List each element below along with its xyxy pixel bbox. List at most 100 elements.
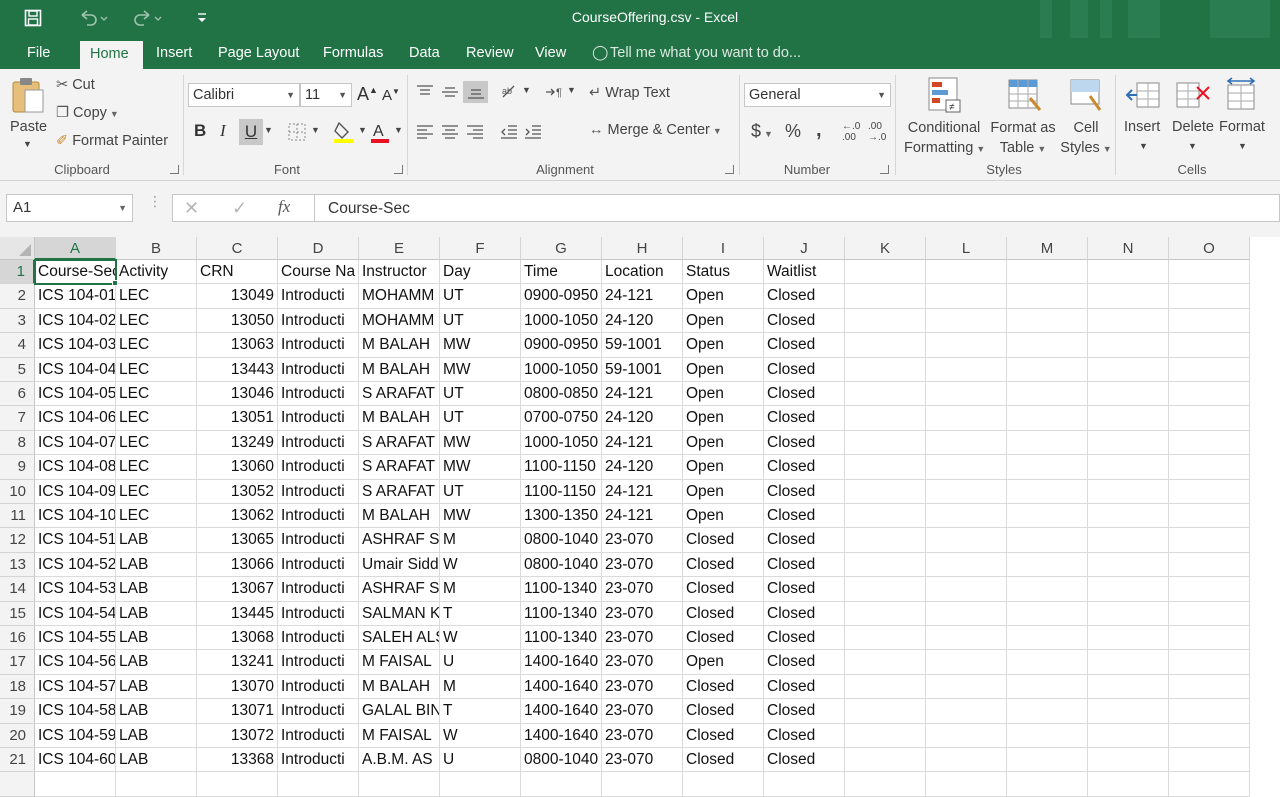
- table-cell[interactable]: [1088, 528, 1169, 553]
- formula-content[interactable]: Course-Sec: [328, 200, 410, 218]
- table-cell[interactable]: [1007, 626, 1088, 651]
- table-cell[interactable]: [1007, 772, 1088, 797]
- table-cell[interactable]: 1400-1640: [521, 723, 602, 748]
- table-cell[interactable]: [926, 406, 1007, 431]
- table-cell[interactable]: Introducti: [278, 357, 359, 382]
- table-cell[interactable]: 13071: [197, 699, 278, 724]
- table-cell[interactable]: [926, 479, 1007, 504]
- column-header-l[interactable]: L: [926, 237, 1007, 260]
- table-cell[interactable]: [926, 382, 1007, 407]
- conditional-formatting-icon[interactable]: ≠: [924, 75, 964, 115]
- table-cell[interactable]: Introducti: [278, 528, 359, 553]
- table-cell[interactable]: UT: [440, 308, 521, 334]
- table-cell[interactable]: Open: [683, 650, 764, 675]
- table-cell[interactable]: [845, 430, 926, 456]
- row-header[interactable]: 4: [0, 333, 35, 358]
- header-cell[interactable]: CRN: [197, 260, 278, 285]
- header-cell[interactable]: [845, 260, 926, 285]
- align-left-icon[interactable]: [414, 121, 436, 143]
- row-header[interactable]: 18: [0, 674, 35, 700]
- table-cell[interactable]: [1169, 528, 1250, 553]
- table-cell[interactable]: LAB: [116, 626, 197, 651]
- table-cell[interactable]: LEC: [116, 357, 197, 382]
- table-cell[interactable]: Introducti: [278, 284, 359, 309]
- table-cell[interactable]: S ARAFAT: [359, 455, 440, 480]
- font-color-dropdown-icon[interactable]: ▼: [394, 125, 403, 135]
- table-cell[interactable]: MW: [440, 357, 521, 382]
- row-header[interactable]: 9: [0, 455, 35, 480]
- table-cell[interactable]: ICS 104-02: [35, 308, 116, 334]
- table-cell[interactable]: Closed: [764, 699, 845, 724]
- table-cell[interactable]: ICS 104-05: [35, 382, 116, 407]
- table-cell[interactable]: [926, 528, 1007, 553]
- header-cell[interactable]: [926, 260, 1007, 285]
- table-cell[interactable]: [845, 748, 926, 773]
- table-cell[interactable]: [1007, 699, 1088, 724]
- table-cell[interactable]: [1088, 455, 1169, 480]
- table-cell[interactable]: UT: [440, 479, 521, 504]
- format-as-table-button[interactable]: Format as Table ▼: [989, 118, 1057, 159]
- customize-icon[interactable]: [196, 7, 208, 29]
- table-cell[interactable]: LAB: [116, 577, 197, 602]
- table-cell[interactable]: [845, 601, 926, 626]
- italic-button[interactable]: I: [220, 121, 226, 141]
- column-header-o[interactable]: O: [1169, 237, 1250, 260]
- borders-icon[interactable]: [286, 121, 308, 143]
- table-cell[interactable]: 24-121: [602, 479, 683, 504]
- currency-button[interactable]: $ ▼: [751, 121, 773, 142]
- table-cell[interactable]: S ARAFAT: [359, 382, 440, 407]
- table-cell[interactable]: [1169, 650, 1250, 675]
- table-cell[interactable]: [1169, 723, 1250, 748]
- table-cell[interactable]: 24-121: [602, 430, 683, 456]
- table-cell[interactable]: ASHRAF SA: [359, 528, 440, 553]
- table-cell[interactable]: [1088, 601, 1169, 626]
- table-cell[interactable]: Closed: [764, 406, 845, 431]
- table-cell[interactable]: Closed: [683, 699, 764, 724]
- table-cell[interactable]: [926, 430, 1007, 456]
- table-cell[interactable]: Open: [683, 504, 764, 529]
- table-cell[interactable]: T: [440, 601, 521, 626]
- table-cell[interactable]: MW: [440, 333, 521, 358]
- row-header[interactable]: 13: [0, 552, 35, 578]
- table-cell[interactable]: Introducti: [278, 455, 359, 480]
- table-cell[interactable]: [278, 772, 359, 797]
- table-cell[interactable]: [440, 772, 521, 797]
- table-cell[interactable]: Closed: [683, 723, 764, 748]
- tab-data[interactable]: Data: [399, 38, 450, 69]
- table-cell[interactable]: LAB: [116, 528, 197, 553]
- table-cell[interactable]: 24-121: [602, 284, 683, 309]
- row-header[interactable]: 15: [0, 601, 35, 626]
- table-cell[interactable]: Closed: [764, 528, 845, 553]
- table-cell[interactable]: ICS 104-57: [35, 674, 116, 700]
- table-cell[interactable]: [1169, 772, 1250, 797]
- table-cell[interactable]: 1000-1050: [521, 308, 602, 334]
- row-header[interactable]: 5: [0, 357, 35, 382]
- row-header[interactable]: 17: [0, 650, 35, 675]
- table-cell[interactable]: LEC: [116, 308, 197, 334]
- table-cell[interactable]: ICS 104-03: [35, 333, 116, 358]
- table-cell[interactable]: 1100-1340: [521, 577, 602, 602]
- table-cell[interactable]: [926, 601, 1007, 626]
- table-cell[interactable]: 24-120: [602, 308, 683, 334]
- table-cell[interactable]: 13066: [197, 552, 278, 578]
- table-cell[interactable]: 13067: [197, 577, 278, 602]
- insert-function-icon[interactable]: fx: [278, 197, 290, 217]
- table-cell[interactable]: [1169, 455, 1250, 480]
- table-cell[interactable]: [926, 357, 1007, 382]
- column-header-c[interactable]: C: [197, 237, 278, 260]
- tab-formulas[interactable]: Formulas: [313, 38, 393, 69]
- table-cell[interactable]: 13063: [197, 333, 278, 358]
- tab-view[interactable]: View: [525, 38, 576, 69]
- table-cell[interactable]: [1088, 650, 1169, 675]
- insert-dropdown-icon[interactable]: ▼: [1139, 141, 1148, 151]
- table-cell[interactable]: [1088, 308, 1169, 334]
- table-cell[interactable]: [926, 284, 1007, 309]
- row-header[interactable]: 11: [0, 504, 35, 529]
- row-header[interactable]: 2: [0, 284, 35, 309]
- table-cell[interactable]: [926, 308, 1007, 334]
- table-cell[interactable]: [1007, 284, 1088, 309]
- increase-decimal-button[interactable]: ←.0 .00: [842, 121, 866, 143]
- table-cell[interactable]: Closed: [764, 601, 845, 626]
- save-icon[interactable]: [24, 7, 42, 29]
- table-cell[interactable]: 13443: [197, 357, 278, 382]
